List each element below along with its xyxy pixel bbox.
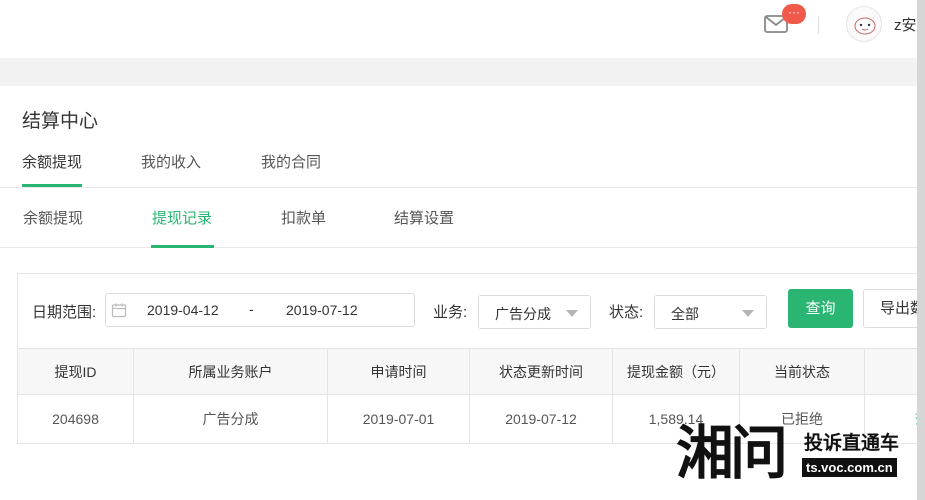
date-end-input[interactable]: 2019-07-12 xyxy=(286,302,358,318)
column-header: 状态更新时间 xyxy=(469,348,613,395)
business-label: 业务: xyxy=(433,304,468,321)
status-select-value: 全部 xyxy=(671,306,699,322)
watermark-url: ts.voc.com.cn xyxy=(802,458,897,477)
sub-tab-active-indicator xyxy=(151,245,214,248)
calendar-icon xyxy=(111,302,127,323)
business-select-value: 广告分成 xyxy=(495,306,551,322)
date-separator: - xyxy=(249,301,254,317)
status-label: 状态: xyxy=(609,304,644,321)
scrollbar[interactable] xyxy=(917,0,925,500)
header-separator-band xyxy=(0,58,925,86)
status-select[interactable]: 全部 xyxy=(654,295,767,329)
cell-status-update-time: 2019-07-12 xyxy=(469,394,613,444)
sub-tabs: 余额提现 提现记录 扣款单 结算设置 xyxy=(0,188,917,248)
avatar[interactable] xyxy=(846,6,882,42)
page-title: 结算中心 xyxy=(22,111,99,132)
business-select[interactable]: 广告分成 xyxy=(478,295,591,329)
subtab-deductions[interactable]: 扣款单 xyxy=(281,207,326,228)
watermark: 湘问 投诉直通车 ts.voc.com.cn xyxy=(676,420,916,492)
watermark-logo: 湘问 xyxy=(676,419,788,487)
header-divider xyxy=(818,16,819,34)
tab-my-contract[interactable]: 我的合同 xyxy=(261,151,321,172)
chevron-down-icon xyxy=(566,310,578,317)
cell-apply-time: 2019-07-01 xyxy=(327,394,470,444)
date-start-input[interactable]: 2019-04-12 xyxy=(147,302,219,318)
column-header: 申请时间 xyxy=(327,348,470,395)
watermark-slogan: 投诉直通车 xyxy=(804,433,900,454)
column-header: 所属业务账户 xyxy=(133,348,328,395)
table-header-row: 提现ID 所属业务账户 申请时间 状态更新时间 提现金额（元） 当前状态 xyxy=(17,348,918,395)
cell-business-account: 广告分成 xyxy=(133,394,328,444)
subtab-settlement-settings[interactable]: 结算设置 xyxy=(394,207,454,228)
column-header: 提现ID xyxy=(17,348,134,395)
avatar-image-icon xyxy=(854,17,876,35)
subtab-withdraw-records[interactable]: 提现记录 xyxy=(152,207,212,228)
date-range-picker[interactable]: 2019-04-12 - 2019-07-12 xyxy=(105,293,415,327)
column-header: 提现金额（元） xyxy=(612,348,740,395)
query-button[interactable]: 查询 xyxy=(788,289,853,328)
subtab-balance-withdraw[interactable]: 余额提现 xyxy=(23,207,83,228)
column-header xyxy=(864,348,918,395)
column-header: 当前状态 xyxy=(739,348,865,395)
date-range-label: 日期范围: xyxy=(32,304,97,321)
main-tab-active-indicator xyxy=(22,184,82,187)
chevron-down-icon xyxy=(742,310,754,317)
main-tabs: 余额提现 我的收入 我的合同 xyxy=(0,143,917,188)
cell-withdraw-id: 204698 xyxy=(17,394,134,444)
tab-my-income[interactable]: 我的收入 xyxy=(141,151,201,172)
notification-badge[interactable]: ··· xyxy=(782,4,806,24)
export-button[interactable]: 导出数据 xyxy=(863,289,925,328)
tab-balance-withdraw[interactable]: 余额提现 xyxy=(22,151,82,172)
